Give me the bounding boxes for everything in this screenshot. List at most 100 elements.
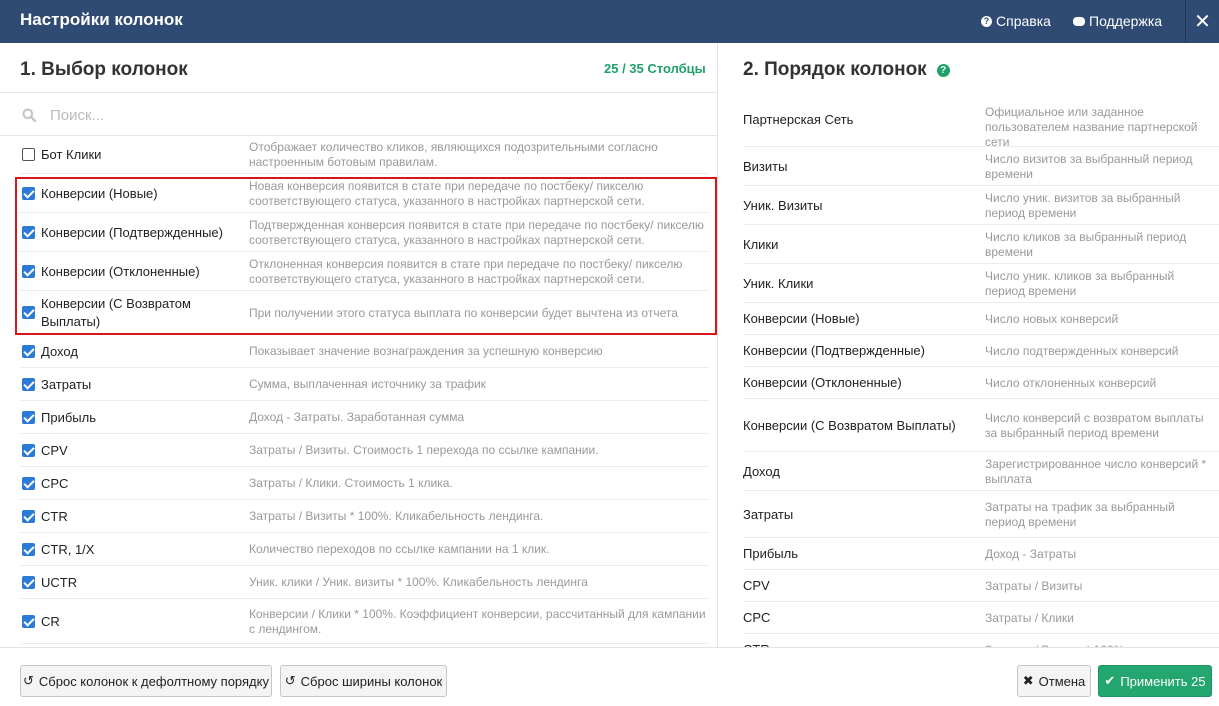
column-row[interactable]: Конверсии (Новые) Новая конверсия появитс…: [20, 174, 709, 213]
apply-button[interactable]: ✔ Применить 25: [1098, 665, 1212, 697]
column-row[interactable]: Доход Показывает значение вознаграждения …: [20, 335, 709, 368]
column-row[interactable]: UCTR Уник. клики / Уник. визиты * 100%. К…: [20, 566, 709, 599]
order-row[interactable]: Клики Число кликов за выбранный период вр…: [743, 225, 1219, 264]
column-name: CTR, 1/X: [41, 541, 95, 557]
checkbox-checked[interactable]: [22, 443, 35, 457]
order-column-description: Затраты на трафик за выбранный период вр…: [985, 499, 1175, 529]
order-row[interactable]: Конверсии (Отклоненные) Число отклоненных…: [743, 367, 1219, 399]
reset-width-label: Сброс ширины колонок: [300, 673, 443, 689]
column-name: CTR: [41, 508, 68, 524]
help-link[interactable]: ? Справка: [981, 13, 1051, 29]
order-column-name: Уник. Визиты: [743, 197, 823, 213]
cancel-button[interactable]: ✖ Отмена: [1017, 665, 1091, 697]
column-selection-panel: 1. Выбор колонок 25 / 35 Столбцы Бот Кли…: [0, 43, 718, 647]
checkbox-checked[interactable]: [22, 509, 35, 523]
checkbox-checked[interactable]: [22, 344, 35, 358]
order-column-description: Официальное или заданное пользователем н…: [985, 104, 1198, 149]
checkbox-checked[interactable]: [22, 575, 35, 589]
column-description: Новая конверсия появится в стате при пер…: [249, 178, 645, 208]
check-icon: ✔: [1104, 673, 1116, 688]
selected-counter: 25 / 35 Столбцы: [604, 61, 706, 76]
chat-bubble-icon: [1073, 16, 1085, 26]
order-row[interactable]: Визиты Число визитов за выбранный период …: [743, 147, 1219, 186]
order-column-name: Партнерская Сеть: [743, 111, 854, 127]
column-description: Отображает количество кликов, являющихся…: [249, 140, 658, 169]
checkbox-checked[interactable]: [22, 186, 35, 200]
column-row[interactable]: Конверсии (С Возвратом Выплаты) При получ…: [20, 291, 709, 335]
column-row[interactable]: CPC Затраты / Клики. Стоимость 1 клика.: [20, 467, 709, 500]
checkbox-checked[interactable]: [22, 614, 35, 628]
column-row[interactable]: CTR, 1/X Количество переходов по ссылке к…: [20, 533, 709, 566]
order-row[interactable]: Прибыль Доход - Затраты: [743, 538, 1219, 570]
order-column-name: Затраты: [743, 506, 794, 522]
support-label: Поддержка: [1089, 13, 1163, 29]
question-circle-icon[interactable]: ?: [936, 63, 950, 77]
column-description: Показывает значение вознаграждения за ус…: [249, 344, 603, 358]
column-description: Затраты / Клики. Стоимость 1 клика.: [249, 476, 453, 490]
checkbox-checked[interactable]: [22, 476, 35, 490]
order-row[interactable]: Доход Зарегистрированное число конверсий …: [743, 452, 1219, 491]
order-column-description: Число новых конверсий: [985, 311, 1119, 326]
column-name: Затраты: [41, 376, 92, 392]
modal-footer: ↺ Сброс колонок к дефолтному порядку ↺ С…: [0, 647, 1219, 706]
reset-order-button[interactable]: ↺ Сброс колонок к дефолтному порядку: [20, 665, 272, 697]
order-column-name: Конверсии (С Возвратом Выплаты): [743, 417, 956, 433]
search-input[interactable]: [50, 104, 650, 126]
reset-order-label: Сброс колонок к дефолтному порядку: [38, 673, 269, 689]
order-row[interactable]: Конверсии (Подтвержденные) Число подтверж…: [743, 335, 1219, 367]
checkbox-checked[interactable]: [22, 377, 35, 391]
order-row[interactable]: Конверсии (Новые) Число новых конверсий: [743, 303, 1219, 335]
column-description: Сумма, выплаченная источнику за трафик: [249, 377, 486, 391]
history-icon: ↺: [284, 673, 296, 688]
search-bar: [0, 92, 717, 136]
order-column-description: Число визитов за выбранный период времен…: [985, 151, 1193, 181]
order-column-name: Конверсии (Отклоненные): [743, 375, 902, 390]
checkbox-checked[interactable]: [22, 264, 35, 278]
checkbox-checked[interactable]: [22, 542, 35, 556]
support-link[interactable]: Поддержка: [1073, 13, 1162, 29]
column-row[interactable]: Прибыль Доход - Затраты. Заработанная сум…: [20, 401, 709, 434]
column-description: Подтвержденная конверсия появится в стат…: [249, 217, 704, 247]
checkbox-checked[interactable]: [22, 410, 35, 424]
column-description: Уник. клики / Уник. визиты * 100%. Клика…: [249, 575, 588, 589]
checkbox-checked[interactable]: [22, 225, 35, 239]
column-name: CR: [41, 613, 60, 629]
order-column-description: Зарегистрированное число конверсий * вып…: [985, 456, 1207, 486]
column-name: Конверсии (Отклоненные): [41, 263, 200, 279]
order-row[interactable]: Уник. Визиты Число уник. визитов за выбра…: [743, 186, 1219, 225]
column-description: Количество переходов по ссылке кампании …: [249, 542, 550, 556]
column-name: Бот Клики: [41, 147, 102, 162]
checkbox-checked[interactable]: [22, 306, 35, 319]
reset-width-button[interactable]: ↺ Сброс ширины колонок: [280, 665, 447, 697]
order-row[interactable]: Конверсии (С Возвратом Выплаты) Число кон…: [743, 399, 1219, 452]
order-row[interactable]: Уник. Клики Число уник. кликов за выбранн…: [743, 264, 1219, 303]
column-row[interactable]: Конверсии (Подтвержденные) Подтвержденная…: [20, 213, 709, 252]
checkbox-unchecked[interactable]: [22, 148, 35, 161]
column-description: Затраты / Визиты * 100%. Кликабельность …: [249, 509, 544, 523]
modal-title: Настройки колонок: [20, 10, 183, 29]
cancel-label: Отмена: [1038, 673, 1086, 689]
order-row[interactable]: CPV Затраты / Визиты: [743, 570, 1219, 602]
column-row[interactable]: Затраты Сумма, выплаченная источнику за т…: [20, 368, 709, 401]
order-column-description: Доход - Затраты: [985, 546, 1077, 561]
order-row[interactable]: CPC Затраты / Клики: [743, 602, 1219, 634]
search-icon: [22, 108, 36, 122]
order-row[interactable]: Затраты Затраты на трафик за выбранный пе…: [743, 491, 1219, 538]
column-row[interactable]: CPV Затраты / Визиты. Стоимость 1 переход…: [20, 434, 709, 467]
order-row[interactable]: Партнерская Сеть Официальное или заданное…: [743, 92, 1219, 149]
column-row[interactable]: CR Конверсии / Клики * 100%. Коэффициент …: [20, 599, 709, 644]
close-button[interactable]: ✕: [1185, 0, 1219, 43]
column-name: UCTR: [41, 574, 78, 590]
column-row[interactable]: Конверсии (Отклоненные) Отклоненная конве…: [20, 252, 709, 291]
column-description: Затраты / Визиты. Стоимость 1 перехода п…: [249, 443, 599, 457]
column-row[interactable]: CTR Затраты / Визиты * 100%. Кликабельнос…: [20, 500, 709, 533]
order-row[interactable]: CTRЗатраты / Визиты * 100%: [743, 634, 1219, 647]
order-column-description: Затраты / Визиты: [985, 578, 1083, 593]
column-name: Доход: [41, 343, 78, 359]
selection-title: 1. Выбор колонок: [20, 59, 188, 80]
history-icon: ↺: [23, 673, 34, 688]
column-name: Конверсии (Подтвержденные): [41, 224, 223, 240]
order-column-name: Визиты: [743, 158, 788, 174]
column-row[interactable]: Бот Клики Отображает количество кликов, я…: [20, 136, 709, 174]
order-column-description: Число подтвержденных конверсий: [985, 343, 1179, 358]
